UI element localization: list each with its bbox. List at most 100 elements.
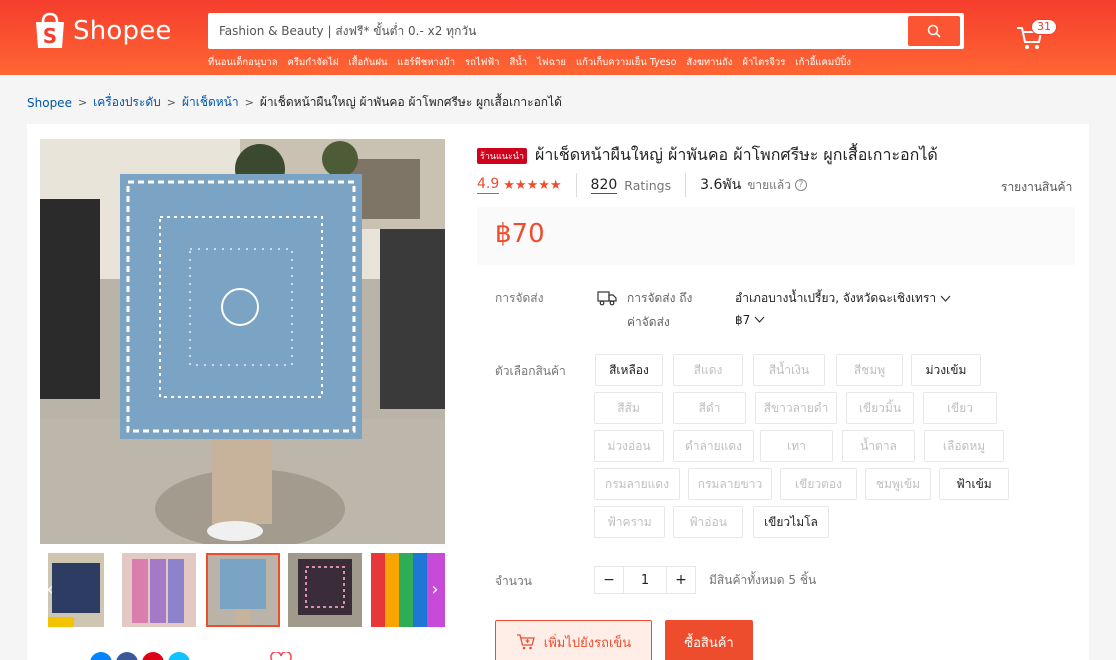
suggestion-link[interactable]: เสื้อกันฝน [348, 55, 387, 70]
breadcrumb-link[interactable]: เครื่องประดับ [93, 93, 161, 112]
shipping-fee: ฿7 [735, 313, 751, 327]
truck-icon [597, 290, 617, 309]
chevron-right-icon: > [77, 96, 88, 109]
variation-option[interactable]: สีเหลือง [595, 354, 663, 386]
variation-option: สีดำ [673, 392, 746, 424]
shipping-label: การจัดส่ง [495, 291, 544, 305]
star-rating-icon: ★★★★★ [503, 177, 562, 193]
breadcrumb-current: ผ้าเช็ดหน้าผืนใหญ่ ผ้าพันคอ ผ้าโพกศรีษะ … [259, 95, 562, 109]
product-title: ผ้าเช็ดหน้าผืนใหญ่ ผ้าพันคอ ผ้าโพกศรีษะ … [535, 145, 938, 164]
suggestion-link[interactable]: ผ้าไตรจีวร [742, 55, 785, 70]
increase-quantity-button[interactable]: + [667, 567, 695, 593]
variation-option: กรมลายแดง [594, 468, 680, 500]
shipping-destination: อำเภอบางน้ำเปรี้ยว, จังหวัดฉะเชิงเทรา [735, 291, 937, 305]
variation-option: สีส้ม [594, 392, 663, 424]
buy-now-button[interactable]: ซื้อสินค้า [665, 620, 753, 660]
add-to-cart-button[interactable]: เพิ่มไปยังรถเข็น [495, 620, 652, 660]
chevron-right-icon: > [244, 96, 254, 109]
suggestion-link[interactable]: ไฟฉาย [537, 55, 566, 70]
rating-score[interactable]: 4.9 [477, 176, 500, 194]
variation-option: ฟ้าคราม [594, 506, 665, 538]
add-to-cart-icon [516, 634, 535, 650]
chevron-right-icon: > [166, 96, 176, 109]
price-section: ฿70 [477, 207, 1075, 265]
variation-option[interactable]: เขียวไมโล [753, 506, 829, 538]
product-thumbnail[interactable] [288, 553, 362, 627]
variation-option: ฟ้าอ่อน [673, 506, 743, 538]
logo-text: Shopee [73, 16, 172, 46]
suggestion-link[interactable]: สังฆทานถัง [686, 55, 732, 70]
variation-option: สีแดง [673, 354, 743, 386]
variation-option: กรมลายขาว [688, 468, 772, 500]
svg-text:S: S [43, 24, 57, 48]
decrease-quantity-button[interactable]: − [595, 567, 623, 593]
product-thumbnail[interactable] [122, 553, 196, 627]
variation-label: ตัวเลือกสินค้า [495, 364, 566, 378]
variation-option[interactable]: ฟ้าเข้ม [939, 468, 1009, 500]
thumbnail-strip: ‹ › [40, 553, 445, 627]
variation-option: ชมพูเข้ม [865, 468, 931, 500]
product-thumbnail-active[interactable] [206, 553, 280, 627]
top-header: S Shopee ที่นอนเด็กอนุบาล ครีมกำจัดไฝ เส… [0, 0, 1116, 75]
favorite-button[interactable] [270, 652, 292, 660]
product-main-image[interactable] [40, 139, 445, 544]
quantity-stepper: − 1 + [594, 566, 696, 594]
suggestion-link[interactable]: แก้วเก็บความเย็น Tyeso [576, 55, 676, 70]
buy-now-label: ซื้อสินค้า [684, 635, 734, 651]
add-to-cart-label: เพิ่มไปยังรถเข็น [543, 635, 632, 651]
variation-option: เขียวตอง [780, 468, 857, 500]
divider [575, 173, 577, 197]
suggestion-link[interactable]: รถไฟฟ้า [465, 55, 499, 70]
share-buttons [90, 652, 190, 660]
stock-available: มีสินค้าทั้งหมด 5 ชิ้น [709, 573, 817, 587]
divider [685, 173, 687, 197]
variation-option: ม่วงอ่อน [594, 430, 664, 462]
search-bar [208, 13, 964, 49]
shopee-logo[interactable]: S Shopee [33, 12, 172, 50]
suggestion-link[interactable]: สีน้ำ [509, 55, 527, 70]
variation-option: เทา [760, 430, 833, 462]
chevron-down-icon [754, 316, 765, 323]
variation-option: ดำลายแดง [673, 430, 754, 462]
search-button[interactable] [908, 16, 960, 46]
search-input[interactable] [219, 13, 899, 49]
facebook-icon[interactable] [116, 652, 138, 660]
variation-option: สีชมพู [836, 354, 903, 386]
preferred-shop-badge: ร้านแนะนำ [477, 147, 528, 164]
shipping-to-label: การจัดส่ง ถึง [627, 291, 693, 305]
sold-label: ขายแล้ว [747, 177, 791, 192]
chevron-right-icon[interactable]: › [425, 580, 445, 600]
suggestion-link[interactable]: แฮร์พีชหางม้า [397, 55, 455, 70]
cart-count-badge: 31 [1031, 19, 1057, 35]
product-title-row: ร้านแนะนำ ผ้าเช็ดหน้าผืนใหญ่ ผ้าพันคอ ผ้… [477, 143, 938, 168]
variation-option[interactable]: ม่วงเข้ม [911, 354, 981, 386]
sold-count: 3.6พัน [700, 177, 742, 193]
chevron-left-icon[interactable]: ‹ [40, 580, 60, 600]
help-icon[interactable]: ? [795, 179, 807, 191]
quantity-label: จำนวน [495, 574, 532, 588]
suggestion-link[interactable]: ที่นอนเด็กอนุบาล [208, 55, 278, 70]
pinterest-icon[interactable] [142, 652, 164, 660]
variation-option: สีน้ำเงิน [753, 354, 825, 386]
messenger-icon[interactable] [90, 652, 112, 660]
report-product-link[interactable]: รายงานสินค้า [1001, 178, 1072, 197]
shipping-fee-label: ค่าจัดส่ง [627, 315, 670, 329]
breadcrumb-link[interactable]: Shopee [27, 96, 72, 110]
shopping-bag-icon: S [33, 12, 67, 50]
suggestion-link[interactable]: เก้าอี้แคมป์ปิ้ง [795, 55, 850, 70]
shipping-destination-selector[interactable]: อำเภอบางน้ำเปรี้ยว, จังหวัดฉะเชิงเทรา [735, 289, 951, 308]
quantity-input[interactable]: 1 [623, 567, 667, 593]
breadcrumb: Shopee > เครื่องประดับ > ผ้าเช็ดหน้า > ผ… [27, 93, 562, 112]
suggestion-link[interactable]: ครีมกำจัดไฝ [288, 55, 339, 70]
breadcrumb-link[interactable]: ผ้าเช็ดหน้า [182, 93, 239, 112]
twitter-icon[interactable] [168, 652, 190, 660]
chevron-down-icon [940, 295, 951, 302]
search-suggestions: ที่นอนเด็กอนุบาล ครีมกำจัดไฝ เสื้อกันฝน … [208, 55, 861, 70]
heart-icon [270, 652, 292, 660]
rating-summary: 4.9 ★★★★★ 820 Ratings 3.6พัน ขายแล้ว ? [477, 173, 807, 197]
ratings-count[interactable]: 820 [590, 177, 618, 194]
variation-option: เขียวมิ้น [846, 392, 914, 424]
shipping-fee-selector[interactable]: ฿7 [735, 313, 765, 327]
search-icon [927, 24, 941, 38]
ratings-label: Ratings [624, 177, 672, 193]
